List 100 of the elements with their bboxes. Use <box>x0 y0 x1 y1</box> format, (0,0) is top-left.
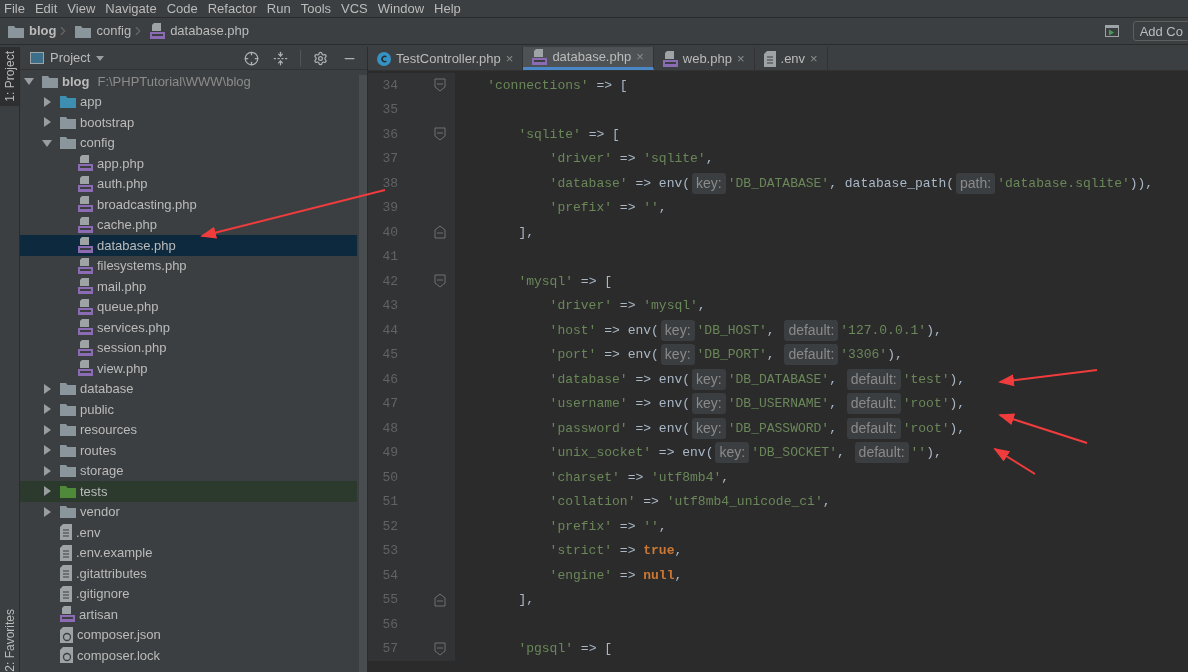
collapsed-arrow-icon[interactable] <box>42 424 52 435</box>
menu-item[interactable]: File <box>4 2 25 15</box>
tree-item-label: .env.example <box>76 544 153 562</box>
tree-item[interactable]: auth.php <box>20 173 357 194</box>
tree-item[interactable]: resources <box>20 419 357 440</box>
tree-item[interactable]: public <box>20 399 357 420</box>
tree-item[interactable]: broadcasting.php <box>20 194 357 215</box>
tree-item-label: filesystems.php <box>97 257 187 275</box>
menu-item[interactable]: Run <box>266 2 291 15</box>
fold-marker-icon[interactable] <box>434 641 446 656</box>
expanded-arrow-icon[interactable] <box>24 76 34 87</box>
tree-item[interactable]: database <box>20 378 357 399</box>
tree-item[interactable]: session.php <box>20 337 357 358</box>
tree-item-label: app <box>80 93 102 111</box>
code-line: 'engine' => null, <box>548 566 683 585</box>
collapsed-arrow-icon[interactable] <box>42 404 52 415</box>
tree-item[interactable]: queue.php <box>20 296 357 317</box>
breadcrumb-item[interactable]: database.php <box>170 21 249 41</box>
tree-item[interactable]: cache.php <box>20 214 357 235</box>
tree-item[interactable]: blog F:\PHPTutorial\WWW\blog <box>20 71 357 92</box>
close-tab-button[interactable]: × <box>810 48 818 69</box>
tree-item-label: composer.json <box>77 626 161 644</box>
favorites-tool-button[interactable]: 2: Favorites <box>0 601 19 672</box>
breadcrumb-item[interactable]: blog <box>29 21 57 41</box>
tree-item[interactable]: .env.example <box>20 542 357 563</box>
folder-icon <box>75 24 92 38</box>
tree-item[interactable]: .gitignore <box>20 583 357 604</box>
tree-item[interactable]: filesystems.php <box>20 255 357 276</box>
tree-item[interactable]: tests <box>20 481 357 502</box>
scrollbar[interactable] <box>359 75 367 672</box>
tree-item[interactable]: vendor <box>20 501 357 522</box>
settings-icon[interactable] <box>313 50 328 66</box>
collapsed-arrow-icon[interactable] <box>42 445 52 456</box>
caret-icon[interactable] <box>96 55 105 61</box>
tree-item[interactable]: artisan <box>20 604 357 625</box>
tree-item[interactable]: mail.php <box>20 276 357 297</box>
menu-item[interactable]: Navigate <box>105 2 157 15</box>
tree-item[interactable]: composer.lock <box>20 645 357 666</box>
editor-tab[interactable]: .env × <box>754 47 828 70</box>
close-tab-button[interactable]: × <box>736 48 745 69</box>
code-line: 'charset' => 'utf8mb4', <box>548 468 730 487</box>
code-line: 'pgsql' => [ <box>517 640 613 658</box>
breadcrumb-item[interactable]: config <box>96 21 132 41</box>
collapsed-arrow-icon[interactable] <box>42 486 52 497</box>
window-icon <box>30 52 44 64</box>
add-configuration-button[interactable]: Add Co <box>1132 21 1188 41</box>
fold-marker-icon[interactable] <box>434 225 446 240</box>
collapse-all-icon[interactable] <box>273 50 288 66</box>
tree-item[interactable]: database.php <box>20 235 357 256</box>
tree-item[interactable]: .env <box>20 522 357 543</box>
folder-icon <box>60 464 76 478</box>
menu-item[interactable]: Help <box>434 2 461 15</box>
expanded-arrow-icon[interactable] <box>42 137 52 148</box>
close-tab-button[interactable]: × <box>505 48 514 69</box>
tree-item-label: queue.php <box>97 298 159 316</box>
folder-icon <box>42 74 58 88</box>
menu-item[interactable]: Window <box>377 2 425 15</box>
tree-item-label: .env <box>76 523 101 542</box>
fold-marker-icon[interactable] <box>434 274 446 289</box>
tree-item[interactable]: app <box>20 91 357 112</box>
folder-icon <box>60 423 76 437</box>
fold-marker-icon[interactable] <box>434 127 446 142</box>
tree-item-label: session.php <box>97 339 167 357</box>
menu-item[interactable]: View <box>67 2 96 15</box>
tree-item[interactable]: services.php <box>20 317 357 338</box>
editor-tab[interactable]: web.php × <box>653 47 755 70</box>
tree-item[interactable]: bootstrap <box>20 112 357 133</box>
menu-item[interactable]: Refactor <box>207 2 257 15</box>
folder-icon <box>60 402 76 416</box>
code-line: 'unix_socket' => env( key: 'DB_SOCKET', default: ''), <box>455 442 942 464</box>
project-tool-button[interactable]: 1: Project <box>0 47 19 106</box>
collapsed-arrow-icon[interactable] <box>42 465 52 476</box>
collapsed-arrow-icon[interactable] <box>42 506 52 517</box>
fold-marker-icon[interactable] <box>434 592 446 607</box>
tree-item[interactable]: routes <box>20 440 357 461</box>
fold-marker-icon[interactable] <box>434 78 446 93</box>
tree-item[interactable]: composer.json <box>20 624 357 645</box>
tree-item[interactable]: app.php <box>20 153 357 174</box>
tree-item[interactable]: config <box>20 132 357 153</box>
tree-item-label: cache.php <box>97 216 157 234</box>
menu-item[interactable]: Code <box>166 2 198 15</box>
panel-title[interactable]: Project <box>50 48 91 68</box>
text-file-icon <box>763 50 776 67</box>
run-window-icon[interactable] <box>1104 25 1119 37</box>
code-line: 'driver' => 'sqlite', <box>548 150 714 168</box>
tree-item-label: vendor <box>80 503 120 521</box>
collapsed-arrow-icon[interactable] <box>42 117 52 128</box>
tree-item-label: view.php <box>97 359 148 378</box>
tree-item[interactable]: view.php <box>20 358 357 379</box>
collapsed-arrow-icon[interactable] <box>42 383 52 394</box>
tree-item[interactable]: .gitattributes <box>20 563 357 584</box>
locate-icon[interactable] <box>244 50 259 66</box>
menu-item[interactable]: VCS <box>341 2 368 15</box>
tree-item-label: broadcasting.php <box>97 195 197 214</box>
editor-tab[interactable]: database.php × <box>523 47 654 70</box>
collapsed-arrow-icon[interactable] <box>42 96 52 107</box>
tree-item[interactable]: storage <box>20 460 357 481</box>
menu-item[interactable]: Edit <box>34 2 58 15</box>
folder-icon <box>60 484 76 498</box>
menu-item[interactable]: Tools <box>300 2 332 15</box>
